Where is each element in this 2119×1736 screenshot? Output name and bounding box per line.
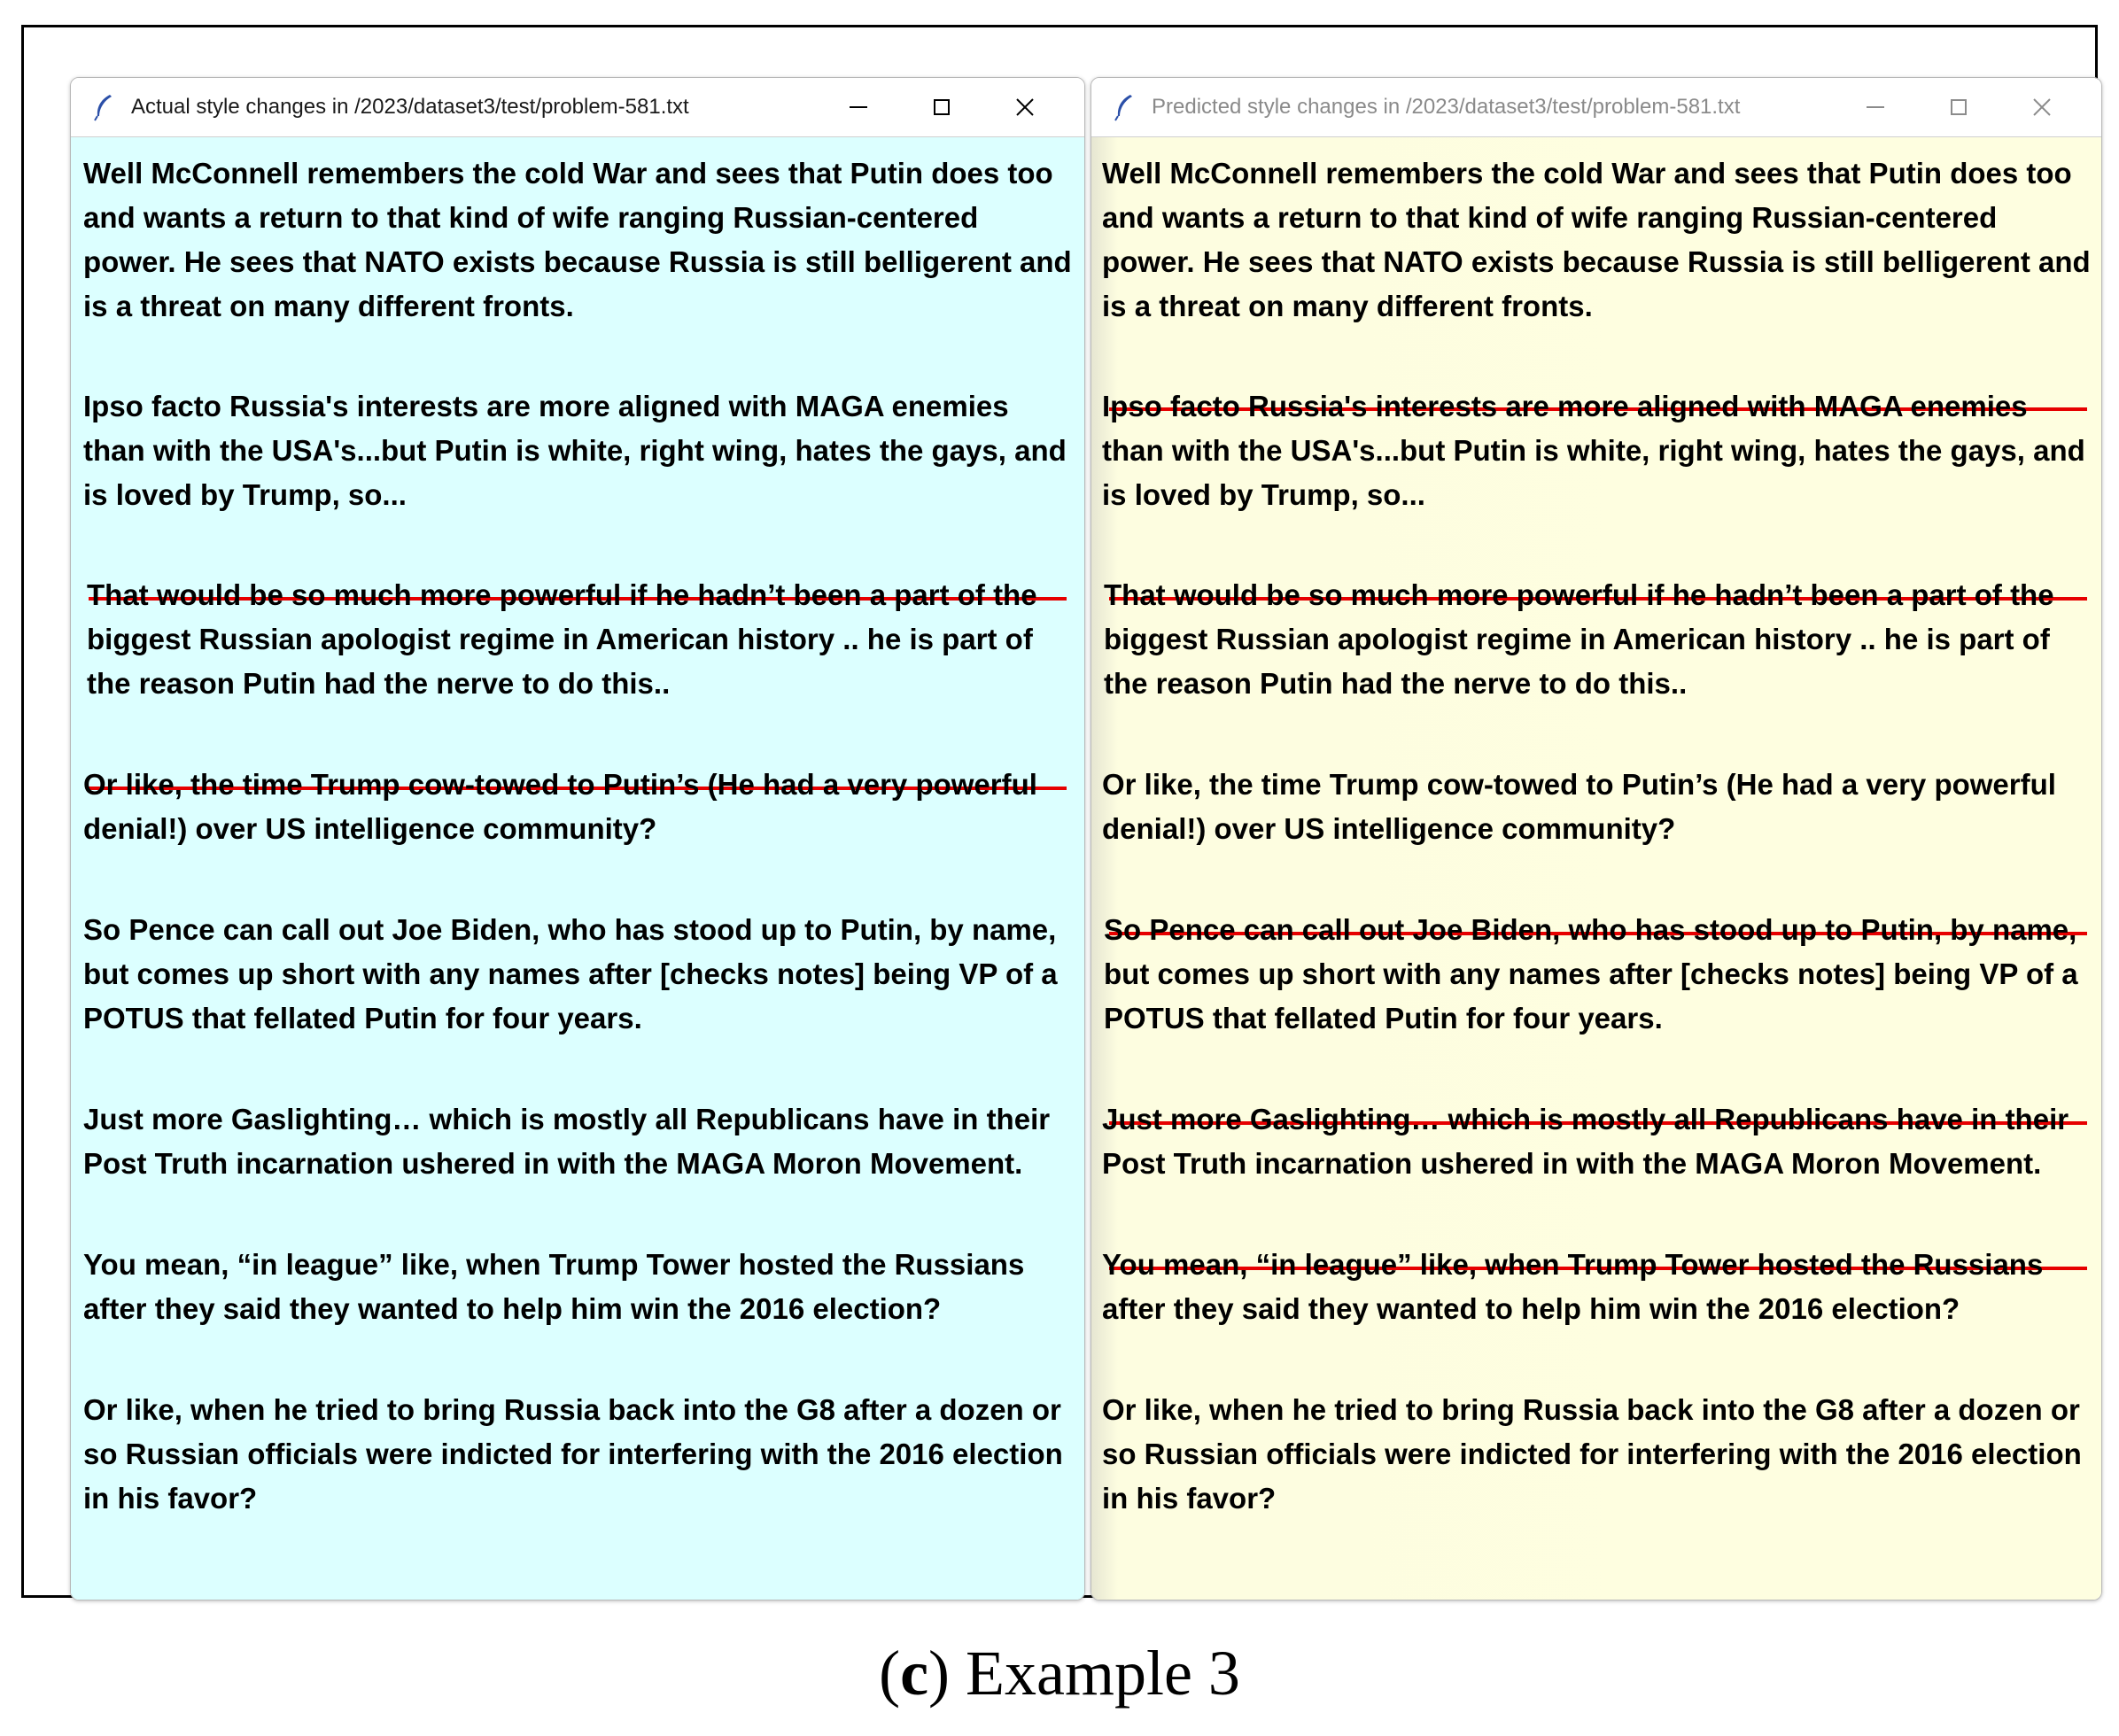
maximize-icon xyxy=(1951,99,1967,115)
close-button[interactable] xyxy=(983,78,1067,136)
paragraph-6: Just more Gaslighting… which is mostly a… xyxy=(83,1103,1051,1180)
window-title: Predicted style changes in /2023/dataset… xyxy=(1152,95,1741,119)
window-title: Actual style changes in /2023/dataset3/t… xyxy=(131,95,689,119)
figure-frame: Actual style changes in /2023/dataset3/t… xyxy=(21,25,2102,1600)
actual-changes-window: Actual style changes in /2023/dataset3/t… xyxy=(70,77,1085,1600)
minimize-button[interactable] xyxy=(1834,78,1917,136)
paragraph-1: Well McConnell remembers the cold War an… xyxy=(83,157,1072,322)
text-area[interactable]: Well McConnell remembers the cold War an… xyxy=(71,137,1084,1600)
paragraph-5: So Pence can call out Joe Biden, who has… xyxy=(83,913,1058,1035)
maximize-button[interactable] xyxy=(900,78,983,136)
paragraph-7: You mean, “in league” like, when Trump T… xyxy=(1102,1248,2044,1325)
title-bar[interactable]: Predicted style changes in /2023/dataset… xyxy=(1091,78,2101,137)
caption-letter: c xyxy=(900,1638,929,1709)
paragraph-4: Or like, the time Trump cow-towed to Put… xyxy=(83,768,1037,845)
paragraph-2: Ipso facto Russia's interests are more a… xyxy=(83,390,1067,511)
paragraph-3: That would be so much more powerful if h… xyxy=(87,578,1037,700)
title-bar[interactable]: Actual style changes in /2023/dataset3/t… xyxy=(71,78,1084,137)
paragraph-4: Or like, the time Trump cow-towed to Put… xyxy=(1102,768,2056,845)
caption-text: Example 3 xyxy=(966,1638,1240,1709)
close-icon xyxy=(1016,98,1034,116)
paragraph-8: Or like, when he tried to bring Russia b… xyxy=(1102,1393,2082,1515)
minimize-button[interactable] xyxy=(817,78,900,136)
paragraph-7: You mean, “in league” like, when Trump T… xyxy=(83,1248,1025,1325)
minimize-icon xyxy=(1867,106,1884,108)
close-icon xyxy=(2033,98,2051,116)
figure-caption: (c) Example 3 xyxy=(879,1638,1240,1709)
maximize-button[interactable] xyxy=(1917,78,2000,136)
predicted-changes-window: Predicted style changes in /2023/dataset… xyxy=(1091,77,2102,1600)
minimize-icon xyxy=(850,106,867,108)
paragraph-2: Ipso facto Russia's interests are more a… xyxy=(1102,390,2085,511)
paragraph-5: So Pence can call out Joe Biden, who has… xyxy=(1104,913,2078,1035)
paragraph-1: Well McConnell remembers the cold War an… xyxy=(1102,157,2091,322)
feather-icon xyxy=(1114,95,1132,121)
paragraph-3: That would be so much more powerful if h… xyxy=(1104,578,2054,700)
paragraph-8: Or like, when he tried to bring Russia b… xyxy=(83,1393,1063,1515)
maximize-icon xyxy=(934,99,950,115)
close-button[interactable] xyxy=(2000,78,2084,136)
text-area[interactable]: Well McConnell remembers the cold War an… xyxy=(1091,137,2101,1600)
feather-icon xyxy=(94,95,112,121)
paragraph-6: Just more Gaslighting… which is mostly a… xyxy=(1102,1103,2069,1180)
